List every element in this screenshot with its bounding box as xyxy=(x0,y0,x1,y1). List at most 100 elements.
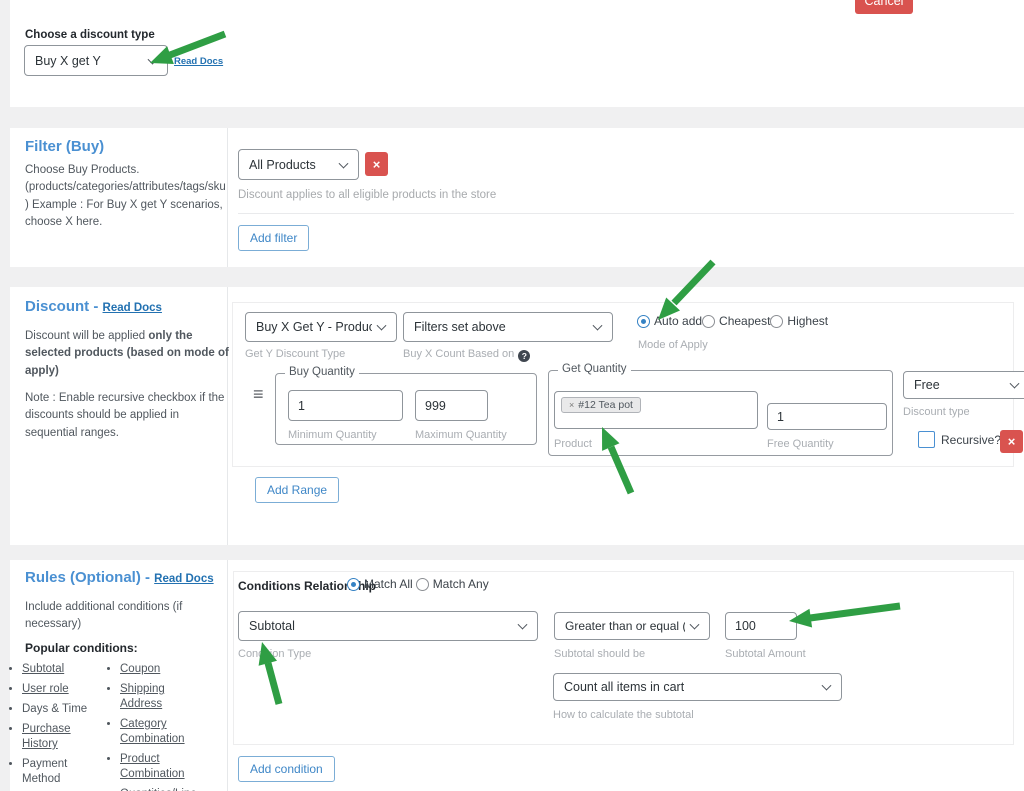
chevron-down-icon xyxy=(690,620,700,630)
filter-description: Choose Buy Products. (products/categorie… xyxy=(25,162,229,231)
filter-helper-text: Discount applies to all eligible product… xyxy=(238,189,496,201)
buy-quantity-legend: Buy Quantity xyxy=(285,366,359,378)
get-y-discount-type-select[interactable]: Buy X Get Y - Products xyxy=(245,312,397,342)
popular-conditions-title: Popular conditions: xyxy=(25,641,138,655)
condition-link-shipping-address[interactable]: Shipping Address xyxy=(120,683,165,710)
buy-x-count-select[interactable]: Filters set above xyxy=(403,312,613,342)
discount-rules-page: Cancel Choose a discount type Buy X get … xyxy=(0,0,1024,791)
chevron-down-icon xyxy=(1010,379,1020,389)
product-filter-select[interactable]: All Products xyxy=(238,149,359,180)
list-item: User role xyxy=(22,682,106,697)
list-item: Purchase History xyxy=(22,722,106,752)
product-chip[interactable]: × #12 Tea pot xyxy=(561,397,641,413)
condition-link-user-role[interactable]: User role xyxy=(22,683,69,695)
discount-type-label: Choose a discount type xyxy=(25,29,155,41)
condition-type-select[interactable]: Subtotal xyxy=(238,611,538,641)
free-quantity-label: Free Quantity xyxy=(767,438,834,450)
conditions-relationship-group: Match All Match Any xyxy=(347,577,489,591)
subtotal-amount-label: Subtotal Amount xyxy=(725,648,806,660)
rules-title: Rules (Optional) - Read Docs xyxy=(25,569,214,586)
drag-handle-icon[interactable]: ≡ xyxy=(253,385,264,403)
product-filter-value: All Products xyxy=(249,158,316,172)
discount-type-value-label: Discount type xyxy=(903,406,970,418)
condition-payment-method: Payment Method xyxy=(22,758,67,785)
read-docs-link[interactable]: Read Docs xyxy=(154,573,213,585)
get-y-discount-type-value: Buy X Get Y - Products xyxy=(256,320,372,334)
min-quantity-label: Minimum Quantity xyxy=(288,429,377,441)
read-docs-link[interactable]: Read Docs xyxy=(103,302,162,314)
product-label: Product xyxy=(554,438,592,450)
list-item: Days & Time xyxy=(22,702,106,717)
free-quantity-input[interactable] xyxy=(767,403,887,430)
subtotal-operator-value: Greater than or equal ( >= ) xyxy=(565,619,685,633)
condition-link-purchase-history[interactable]: Purchase History xyxy=(22,723,71,750)
condition-link-subtotal[interactable]: Subtotal xyxy=(22,663,64,675)
remove-range-button[interactable]: × xyxy=(1000,430,1023,453)
subtotal-operator-select[interactable]: Greater than or equal ( >= ) xyxy=(554,612,710,640)
rules-description: Include additional conditions (if necess… xyxy=(25,599,229,634)
radio-cheapest-label: Cheapest xyxy=(719,314,770,328)
radio-auto-add[interactable] xyxy=(637,315,650,328)
radio-match-any-label: Match Any xyxy=(433,577,489,591)
chevron-down-icon xyxy=(148,54,158,64)
read-docs-link[interactable]: Read Docs xyxy=(174,56,223,67)
discount-title-text: Discount - xyxy=(25,298,98,315)
list-item: Product Combination xyxy=(120,752,208,782)
discount-type-select[interactable]: Buy X get Y xyxy=(24,45,168,76)
filter-panel: Filter (Buy) Choose Buy Products. (produ… xyxy=(10,128,1024,267)
chevron-down-icon xyxy=(377,321,387,331)
add-condition-button[interactable]: Add condition xyxy=(238,756,335,782)
subtotal-amount-input[interactable] xyxy=(725,612,797,640)
discount-panel: Discount - Read Docs Discount will be ap… xyxy=(10,287,1024,545)
product-input[interactable]: × #12 Tea pot xyxy=(554,391,758,429)
remove-filter-button[interactable]: × xyxy=(365,152,388,176)
chevron-down-icon xyxy=(822,681,832,691)
radio-cheapest[interactable] xyxy=(702,315,715,328)
condition-link-product-combination[interactable]: Product Combination xyxy=(120,753,185,780)
radio-match-any[interactable] xyxy=(416,578,429,591)
product-chip-label: #12 Tea pot xyxy=(578,399,633,411)
add-range-button[interactable]: Add Range xyxy=(255,477,339,503)
help-icon[interactable]: ? xyxy=(518,350,530,362)
subtotal-calc-value: Count all items in cart xyxy=(564,680,684,694)
add-filter-button[interactable]: Add filter xyxy=(238,225,309,251)
condition-type-value: Subtotal xyxy=(249,619,295,633)
rules-panel: Rules (Optional) - Read Docs Include add… xyxy=(10,560,1024,791)
condition-days-time: Days & Time xyxy=(22,703,87,715)
min-quantity-input[interactable] xyxy=(288,390,403,421)
list-item: Subtotal xyxy=(22,662,106,677)
discount-desc-normal: Discount will be applied xyxy=(25,330,148,342)
radio-match-all[interactable] xyxy=(347,578,360,591)
list-item: Quantities/Line xyxy=(120,787,208,791)
discount-type-value-select[interactable]: Free xyxy=(903,371,1024,399)
discount-note: Note : Enable recursive checkbox if the … xyxy=(25,390,229,442)
rules-title-text: Rules (Optional) - xyxy=(25,569,150,586)
chevron-down-icon xyxy=(339,158,349,168)
buy-x-count-label: Buy X Count Based on? xyxy=(403,348,530,362)
radio-auto-add-label: Auto add xyxy=(654,314,702,328)
condition-link-category-combination[interactable]: Category Combination xyxy=(120,718,185,745)
mode-of-apply-label: Mode of Apply xyxy=(638,339,708,351)
recursive-label: Recursive? xyxy=(941,433,1001,447)
max-quantity-input[interactable] xyxy=(415,390,488,421)
radio-match-all-label: Match All xyxy=(364,577,413,591)
chevron-down-icon xyxy=(593,321,603,331)
radio-highest[interactable] xyxy=(770,315,783,328)
condition-link-coupon[interactable]: Coupon xyxy=(120,663,160,675)
discount-type-value: Buy X get Y xyxy=(35,54,101,68)
list-item: Category Combination xyxy=(120,717,208,747)
subtotal-operator-label: Subtotal should be xyxy=(554,648,645,660)
cancel-button[interactable]: Cancel xyxy=(855,0,913,14)
recursive-checkbox[interactable] xyxy=(918,431,935,448)
get-quantity-fieldset: Get Quantity ×#12 Tea pot Product Free Q… xyxy=(548,370,893,456)
radio-highest-label: Highest xyxy=(787,314,828,328)
buy-quantity-fieldset: Buy Quantity Minimum Quantity Maximum Qu… xyxy=(275,373,537,445)
list-item: Shipping Address xyxy=(120,682,208,712)
remove-chip-icon[interactable]: × xyxy=(569,400,574,410)
discount-title: Discount - Read Docs xyxy=(25,298,162,315)
subtotal-calc-select[interactable]: Count all items in cart xyxy=(553,673,842,701)
list-item: Coupon xyxy=(120,662,208,677)
chevron-down-icon xyxy=(518,620,528,630)
divider xyxy=(238,213,1014,214)
discount-type-value-text: Free xyxy=(914,378,940,392)
